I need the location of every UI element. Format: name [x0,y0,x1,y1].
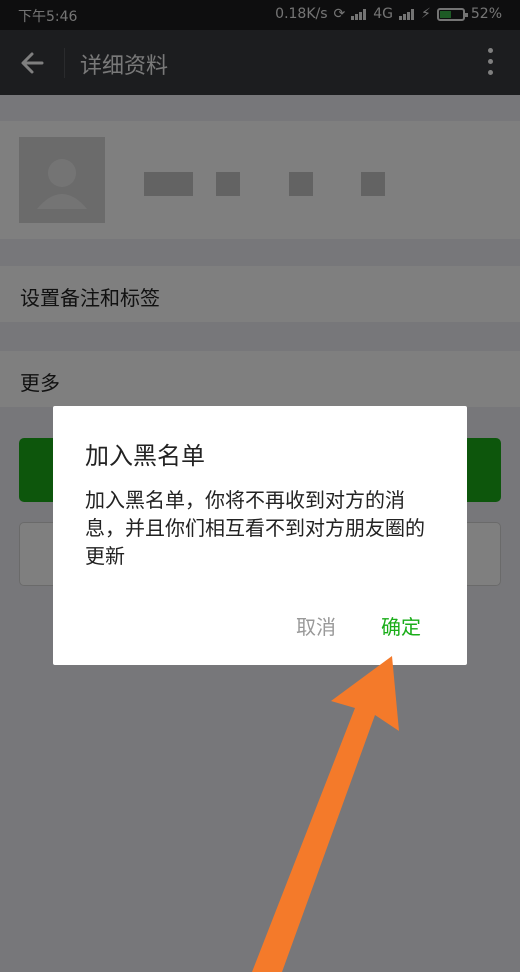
dialog-message: 加入黑名单，你将不再收到对方的消息，并且你们相互看不到对方朋友圈的更新 [85,488,425,568]
blacklist-dialog: 加入黑名单 加入黑名单，你将不再收到对方的消息，并且你们相互看不到对方朋友圈的更… [53,406,467,665]
dialog-title: 加入黑名单 [85,442,205,470]
confirm-button[interactable]: 确定 [381,611,421,640]
cancel-button[interactable]: 取消 [296,611,336,640]
